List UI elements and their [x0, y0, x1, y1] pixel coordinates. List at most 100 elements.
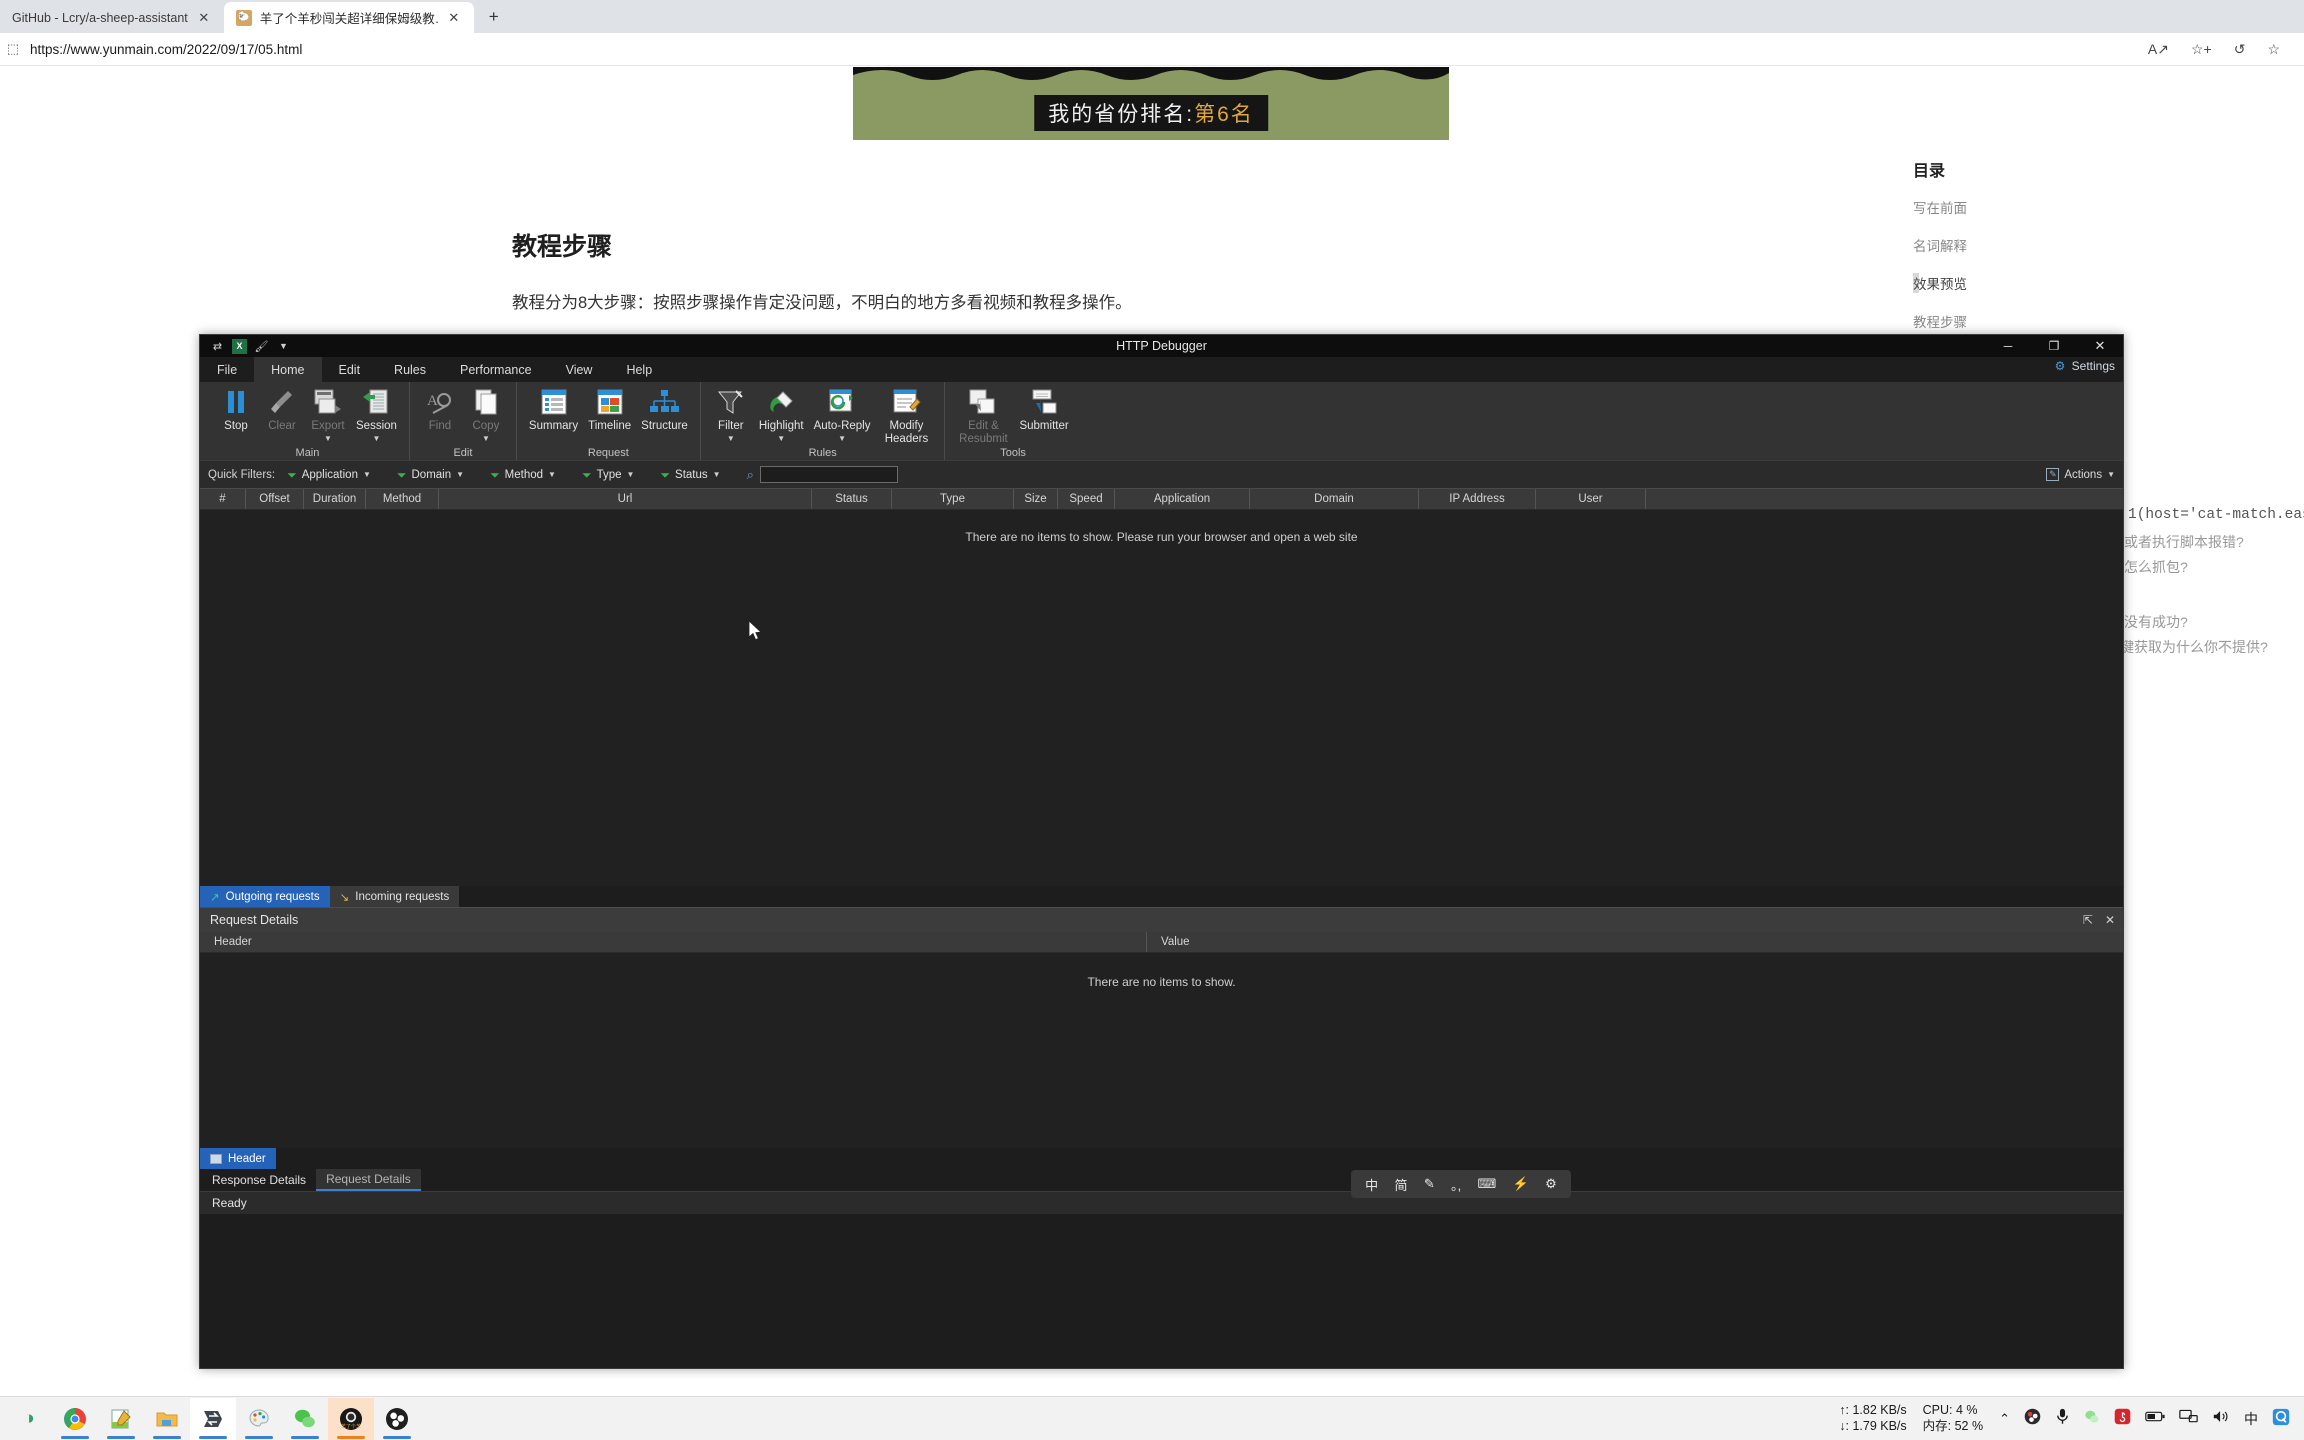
- netease-music-icon[interactable]: [2114, 1408, 2131, 1429]
- explorer-icon[interactable]: [144, 1398, 190, 1440]
- chrome-icon[interactable]: [52, 1398, 98, 1440]
- tab-outgoing-requests[interactable]: ↗ Outgoing requests: [200, 886, 330, 907]
- browser-tab-1[interactable]: GitHub - Lcry/a-sheep-assistant ✕: [0, 2, 224, 33]
- ribbon-button-auto-reply[interactable]: Auto-Reply ▼: [809, 386, 876, 443]
- ribbon-button-stop[interactable]: Stop: [213, 386, 259, 433]
- ribbon-button-clear[interactable]: Clear: [259, 386, 305, 433]
- col-method[interactable]: Method: [366, 489, 439, 509]
- quick-filter-type[interactable]: ⏷ Type ▼: [582, 469, 634, 481]
- minimize-button[interactable]: ─: [1985, 335, 2031, 357]
- col-domain[interactable]: Domain: [1250, 489, 1419, 509]
- site-info-icon[interactable]: ⬚: [0, 41, 26, 57]
- chevron-down-icon[interactable]: ▼: [324, 434, 332, 443]
- ribbon-button-export[interactable]: Export ▼: [305, 386, 351, 443]
- favorites-icon[interactable]: ☆: [2267, 41, 2280, 58]
- ime-settings-icon[interactable]: ⚙: [1545, 1176, 1557, 1192]
- obs-tray-icon[interactable]: [2024, 1408, 2041, 1429]
- network-icon[interactable]: [2179, 1409, 2198, 1428]
- col-ip-address[interactable]: IP Address: [1419, 489, 1536, 509]
- chevron-down-icon[interactable]: ▼: [373, 434, 381, 443]
- mic-icon[interactable]: [2055, 1408, 2070, 1429]
- notepad-icon[interactable]: [98, 1398, 144, 1440]
- ribbon-button-session[interactable]: Session ▼: [351, 386, 402, 443]
- ime-simplified-icon[interactable]: 简: [1395, 1175, 1408, 1194]
- chevron-down-icon[interactable]: ▼: [838, 434, 846, 443]
- wechat-icon[interactable]: [282, 1398, 328, 1440]
- quick-filter-domain[interactable]: ⏷ Domain ▼: [397, 469, 464, 481]
- settings-button[interactable]: ⚙ Settings: [2055, 359, 2115, 373]
- close-icon[interactable]: ✕: [2105, 913, 2115, 927]
- details-panel-body[interactable]: There are no items to show.: [200, 953, 2123, 1148]
- ribbon-button-summary[interactable]: Summary: [524, 386, 583, 433]
- chevron-down-icon[interactable]: ▼: [727, 434, 735, 443]
- start-icon[interactable]: ◑: [6, 1398, 52, 1440]
- tab-request-details[interactable]: Request Details: [316, 1169, 421, 1191]
- obs-icon[interactable]: [374, 1398, 420, 1440]
- ribbon-button-timeline[interactable]: Timeline: [583, 386, 636, 433]
- add-favorite-icon[interactable]: ☆+: [2191, 41, 2212, 58]
- col-index[interactable]: #: [200, 489, 246, 509]
- col-application[interactable]: Application: [1115, 489, 1250, 509]
- ribbon-button-submitter[interactable]: Submitter: [1014, 386, 1073, 433]
- tab-header[interactable]: Header: [200, 1148, 276, 1169]
- close-icon[interactable]: ✕: [446, 10, 462, 26]
- new-tab-button[interactable]: +: [480, 3, 508, 31]
- brush-icon[interactable]: 🖌: [254, 339, 269, 354]
- col-value[interactable]: Value: [1147, 932, 2122, 952]
- col-url[interactable]: Url: [439, 489, 812, 509]
- actions-button[interactable]: ✎ Actions ▼: [2046, 468, 2115, 481]
- overflow-caret-icon[interactable]: ▼: [276, 339, 291, 354]
- ime-keyboard-icon[interactable]: ⌨: [1478, 1176, 1497, 1192]
- tab-incoming-requests[interactable]: ↘ Incoming requests: [329, 886, 460, 907]
- menu-view[interactable]: View: [549, 357, 610, 382]
- quick-filter-method[interactable]: ⏷ Method ▼: [490, 469, 556, 481]
- chevron-down-icon[interactable]: ▼: [713, 470, 721, 479]
- ribbon-button-copy[interactable]: Copy ▼: [463, 386, 509, 443]
- ribbon-button-find[interactable]: A Find: [417, 386, 463, 433]
- ribbon-button-highlight[interactable]: Highlight ▼: [754, 386, 809, 443]
- address-input[interactable]: https://www.yunmain.com/2022/09/17/05.ht…: [26, 42, 2148, 57]
- chevron-down-icon[interactable]: ▼: [456, 470, 464, 479]
- ime-tools-icon[interactable]: ⚡: [1513, 1176, 1529, 1192]
- menu-performance[interactable]: Performance: [443, 357, 549, 382]
- chevron-down-icon[interactable]: ▼: [363, 470, 371, 479]
- chevron-down-icon[interactable]: ▼: [627, 470, 635, 479]
- tab-response-details[interactable]: Response Details: [202, 1169, 316, 1191]
- menu-rules[interactable]: Rules: [377, 357, 443, 382]
- ribbon-button-structure[interactable]: Structure: [636, 386, 693, 433]
- menu-file[interactable]: File: [200, 357, 254, 382]
- menu-help[interactable]: Help: [609, 357, 669, 382]
- col-user[interactable]: User: [1536, 489, 1646, 509]
- pin-icon[interactable]: ⇱: [2083, 913, 2093, 927]
- maximize-button[interactable]: ❐: [2031, 335, 2077, 357]
- quick-filter-status[interactable]: ⏷ Status ▼: [660, 469, 720, 481]
- ribbon-button-modify-headers[interactable]: Modify Headers: [875, 386, 937, 446]
- col-type[interactable]: Type: [892, 489, 1014, 509]
- battery-icon[interactable]: [2145, 1410, 2165, 1427]
- ime-punctuation-icon[interactable]: ｡,: [1451, 1175, 1461, 1194]
- menu-edit[interactable]: Edit: [322, 357, 378, 382]
- requests-grid-body[interactable]: There are no items to show. Please run y…: [200, 510, 2123, 886]
- read-aloud-icon[interactable]: A↗: [2148, 41, 2169, 58]
- search-input[interactable]: [759, 466, 898, 483]
- col-size[interactable]: Size: [1014, 489, 1058, 509]
- ime-pen-icon[interactable]: ✎: [1424, 1176, 1435, 1192]
- col-status[interactable]: Status: [812, 489, 892, 509]
- chevron-down-icon[interactable]: ▼: [482, 434, 490, 443]
- toc-item-1[interactable]: 名词解释: [1913, 235, 2243, 255]
- chevron-up-icon[interactable]: ⌃: [1999, 1411, 2010, 1427]
- ime-lang-icon[interactable]: 中: [2244, 1409, 2258, 1429]
- quick-filter-application[interactable]: ⏷ Application ▼: [287, 469, 371, 481]
- col-speed[interactable]: Speed: [1058, 489, 1115, 509]
- close-icon[interactable]: ✕: [196, 10, 212, 26]
- ribbon-button-filter[interactable]: Filter ▼: [708, 386, 754, 443]
- chevron-down-icon[interactable]: ▼: [777, 434, 785, 443]
- col-offset[interactable]: Offset: [246, 489, 304, 509]
- excel-icon[interactable]: X: [232, 338, 247, 354]
- menu-home[interactable]: Home: [254, 357, 322, 382]
- toc-item-0[interactable]: 写在前面: [1913, 197, 2243, 217]
- volume-icon[interactable]: [2212, 1409, 2230, 1428]
- browser-tab-2[interactable]: 🐑 羊了个羊秒闯关超详细保姆级教… ✕: [223, 2, 474, 33]
- wechat-tray-icon[interactable]: [2084, 1409, 2100, 1429]
- ime-lang-icon[interactable]: 中: [1365, 1175, 1378, 1194]
